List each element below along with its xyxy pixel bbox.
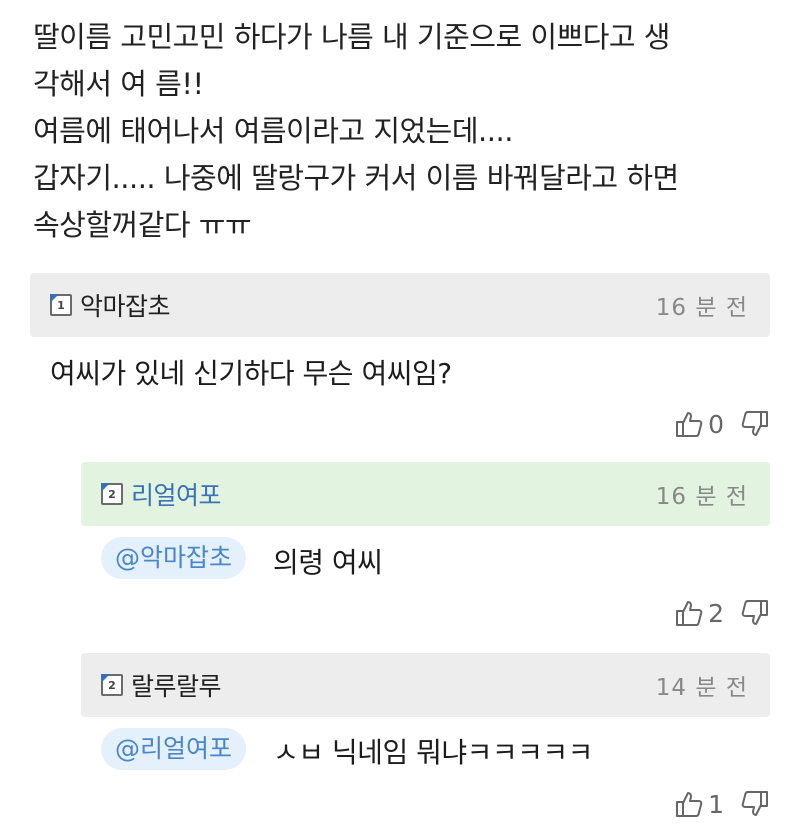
like-count: 1 xyxy=(708,789,724,819)
post-line: 갑자기..... 나중에 딸랑구가 커서 이름 바꿔달라고 하면 xyxy=(33,161,679,195)
thumbs-up-icon[interactable] xyxy=(674,409,704,439)
comment-text: 여씨가 있네 신기하다 무슨 여씨임? xyxy=(50,357,452,390)
thumbs-down-icon[interactable] xyxy=(740,789,770,819)
comment-time: 14 분 전 xyxy=(655,675,748,701)
post-line: 여름에 태어나서 여름이라고 지었는데.... xyxy=(33,114,513,148)
comment-author[interactable]: 리얼여포 xyxy=(131,476,222,512)
comment-text: ㅅㅂ 닉네임 뭐냐ㅋㅋㅋㅋㅋ xyxy=(273,736,593,769)
level-badge: 1 xyxy=(50,294,72,316)
thumbs-up-icon[interactable] xyxy=(674,789,704,819)
post-line: 각해서 여 름!! xyxy=(33,67,204,101)
like-count: 2 xyxy=(708,598,724,628)
mention-tag[interactable]: @악마잡초 xyxy=(101,537,247,579)
comment-votes: 1 xyxy=(674,786,770,822)
thumbs-down-icon[interactable] xyxy=(740,409,770,439)
post-line: 속상할꺼같다 ㅠㅠ xyxy=(33,208,252,242)
thumbs-up-icon[interactable] xyxy=(674,598,704,628)
post-line: 딸이름 고민고민 하다가 나름 내 기준으로 이쁘다고 생 xyxy=(33,20,671,54)
comment-header: 2 랄루랄루 14 분 전 xyxy=(81,653,770,717)
comment-votes: 0 xyxy=(674,406,770,442)
thumbs-down-icon[interactable] xyxy=(740,598,770,628)
comment-time: 16 분 전 xyxy=(655,484,748,510)
post-body: 딸이름 고민고민 하다가 나름 내 기준으로 이쁘다고 생 각해서 여 름!! … xyxy=(33,14,773,249)
comment-author[interactable]: 악마잡초 xyxy=(80,287,171,323)
level-badge: 2 xyxy=(101,674,123,696)
comment-header: 1 악마잡초 16 분 전 xyxy=(30,273,770,337)
comment-votes: 2 xyxy=(674,595,770,631)
mention-tag[interactable]: @리얼여포 xyxy=(101,728,247,770)
comment-author[interactable]: 랄루랄루 xyxy=(131,667,222,703)
like-count: 0 xyxy=(708,409,724,439)
comment-time: 16 분 전 xyxy=(655,295,748,321)
level-badge: 2 xyxy=(101,483,123,505)
comment-text: 의령 여씨 xyxy=(273,546,383,579)
comment-header: 2 리얼여포 16 분 전 xyxy=(81,462,770,526)
